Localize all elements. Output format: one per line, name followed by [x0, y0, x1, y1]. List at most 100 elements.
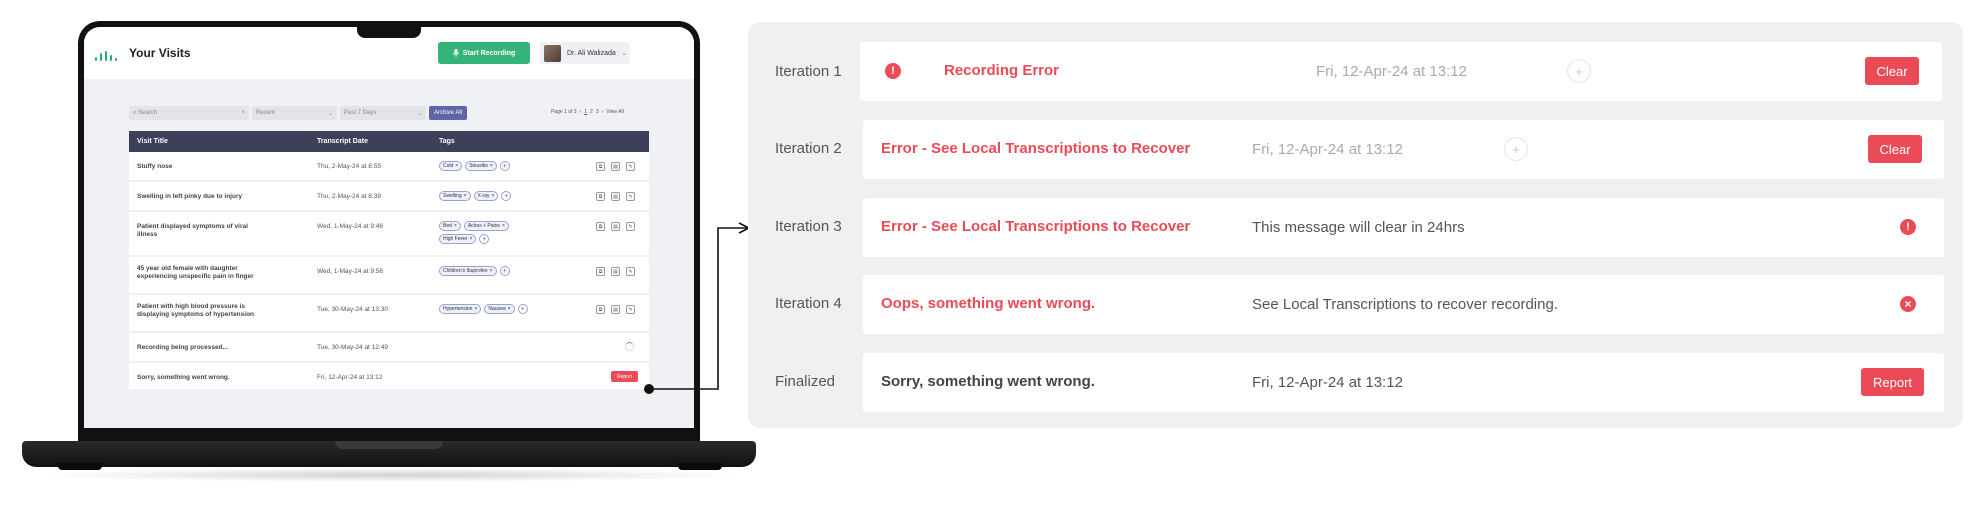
tag-label: Hypertension — [443, 306, 473, 312]
tag-remove-icon[interactable]: × — [490, 163, 493, 169]
search-placeholder: Search — [138, 109, 158, 116]
table-row[interactable]: Recording being processed... Tue, 30-May-… — [129, 333, 649, 363]
tag-remove-icon[interactable]: × — [492, 193, 495, 199]
row-actions: ⧉ ▤ ✎ — [596, 222, 635, 231]
transcript-date: Wed, 1-May-24 at 9:56 — [317, 268, 383, 275]
table-header: Visit Title Transcript Date Tags — [129, 131, 649, 152]
visit-title: Recording being processed... — [137, 344, 229, 351]
tag-remove-icon[interactable]: × — [454, 223, 457, 229]
table-row[interactable]: Patient with high blood pressure is disp… — [129, 295, 649, 333]
add-tag-icon[interactable]: + — [499, 266, 510, 276]
page-link[interactable]: 3 — [596, 109, 599, 115]
edit-icon[interactable]: ✎ — [626, 192, 635, 201]
timestamp: Fri, 12-Apr-24 at 13:12 — [1252, 374, 1403, 391]
logo-waveform-icon — [95, 51, 117, 61]
chevron-left-icon[interactable]: ‹ — [580, 109, 582, 115]
laptop-foot — [678, 463, 722, 470]
iteration-label: Iteration 3 — [775, 218, 842, 235]
laptop-screen: Your Visits Start Recording Dr. Ali Wali… — [84, 27, 694, 428]
iteration-label: Iteration 1 — [775, 63, 842, 80]
edit-icon[interactable]: ✎ — [626, 162, 635, 171]
table-row[interactable]: 45 year old female with daughter experie… — [129, 257, 649, 295]
clear-x-icon[interactable]: × — [241, 110, 245, 116]
archive-all-button[interactable]: Archive All — [429, 106, 468, 120]
sort-select[interactable]: Recent ⌄ — [252, 106, 337, 120]
user-menu[interactable]: Dr. Ali Walizada ⌄ — [540, 42, 630, 64]
tag-remove-icon[interactable]: × — [490, 268, 493, 274]
tag-remove-icon[interactable]: × — [474, 306, 477, 312]
page-link[interactable]: 1 — [584, 109, 587, 115]
tag-chip[interactable]: Aches + Pains × — [463, 221, 509, 231]
iteration-label: Finalized — [775, 373, 836, 390]
iteration-label: Iteration 2 — [775, 140, 842, 157]
finalized-card: Sorry, something went wrong. Fri, 12-Apr… — [863, 353, 1944, 412]
copy-icon[interactable]: ⧉ — [596, 305, 605, 314]
tag-chip[interactable]: High Fever × — [439, 234, 477, 244]
edit-icon[interactable]: ✎ — [626, 222, 635, 231]
copy-icon[interactable]: ⧉ — [596, 222, 605, 231]
visit-title: 45 year old female with daughter experie… — [137, 265, 254, 280]
iteration-card-4: Oops, something went wrong. See Local Tr… — [863, 275, 1944, 334]
archive-icon[interactable]: ▤ — [611, 222, 620, 231]
archive-icon[interactable]: ▤ — [611, 192, 620, 201]
add-circle-icon[interactable]: + — [1504, 137, 1528, 161]
user-name: Dr. Ali Walizada — [567, 49, 616, 57]
transcript-date: Tue, 30-May-24 at 13:30 — [317, 306, 388, 313]
tag-list: Cold × Sinusitis × + — [439, 161, 549, 171]
iteration-card-1: ! Recording Error Fri, 12-Apr-24 at 13:1… — [860, 42, 1942, 101]
chevron-right-icon[interactable]: › — [602, 109, 604, 115]
archive-icon[interactable]: ▤ — [611, 162, 620, 171]
tag-list: Swelling × X-ray × + — [439, 191, 549, 201]
table-row[interactable]: Sorry, something went wrong. Fri, 12-Apr-… — [129, 363, 649, 391]
copy-icon[interactable]: ⧉ — [596, 192, 605, 201]
view-all-link[interactable]: View All — [606, 109, 623, 115]
table-row[interactable]: Swelling in left pinky due to injury Thu,… — [129, 182, 649, 212]
iteration-card-3: Error - See Local Transcriptions to Reco… — [863, 198, 1944, 257]
add-tag-icon[interactable]: + — [499, 161, 510, 171]
edit-icon[interactable]: ✎ — [626, 267, 635, 276]
error-title: Oops, something went wrong. — [881, 295, 1096, 312]
start-recording-button[interactable]: Start Recording — [438, 42, 530, 64]
chevron-down-icon: ⌄ — [416, 110, 422, 117]
archive-icon[interactable]: ▤ — [611, 305, 620, 314]
error-title: Recording Error — [944, 62, 1060, 79]
spinner-icon — [625, 342, 634, 351]
tag-chip[interactable]: Children's Ibuprofen × — [439, 266, 497, 276]
tag-chip[interactable]: Swelling × — [439, 191, 471, 201]
table-row[interactable]: Stuffy nose Thu, 2-May-24 at 8:55 Cold × Sin… — [129, 152, 649, 182]
tag-remove-icon[interactable]: × — [502, 223, 505, 229]
add-circle-icon[interactable]: + — [1567, 59, 1591, 83]
add-tag-icon[interactable]: + — [501, 191, 512, 201]
tag-chip[interactable]: Nausea × — [484, 304, 515, 314]
report-button[interactable]: Report — [1861, 368, 1924, 396]
edit-icon[interactable]: ✎ — [626, 305, 635, 314]
tag-chip[interactable]: Hypertension × — [439, 304, 482, 314]
tag-chip[interactable]: Cold × — [439, 161, 463, 171]
add-tag-icon[interactable]: + — [517, 304, 528, 314]
sort-select-value: Recent — [256, 110, 276, 116]
clear-button[interactable]: Clear — [1865, 57, 1919, 85]
tag-remove-icon[interactable]: × — [464, 193, 467, 199]
tag-remove-icon[interactable]: × — [455, 163, 458, 169]
tag-chip[interactable]: Sinusitis × — [465, 161, 497, 171]
add-tag-icon[interactable]: + — [479, 234, 490, 244]
transcript-date: Wed, 1-May-24 at 9:46 — [317, 223, 383, 230]
table-row[interactable]: Patient displayed symptoms of viral illn… — [129, 212, 649, 257]
date-range-select[interactable]: Past 7 Days ⌄ — [340, 106, 426, 120]
copy-icon[interactable]: ⧉ — [596, 267, 605, 276]
search-input[interactable]: ⌕ Search × — [129, 106, 249, 120]
tag-label: Aches + Pains — [467, 223, 500, 229]
tag-remove-icon[interactable]: × — [469, 236, 472, 242]
copy-icon[interactable]: ⧉ — [596, 162, 605, 171]
tag-chip[interactable]: Bed × — [439, 221, 461, 231]
report-button[interactable]: Report — [611, 371, 638, 382]
row-actions: ⧉ ▤ ✎ — [596, 267, 635, 276]
transcript-date: Thu, 2-May-24 at 8:39 — [317, 193, 381, 200]
tag-chip[interactable]: X-ray × — [473, 191, 499, 201]
tag-label: Bed — [443, 223, 452, 229]
tag-remove-icon[interactable]: × — [508, 306, 511, 312]
archive-icon[interactable]: ▤ — [611, 267, 620, 276]
close-circle-icon[interactable]: × — [1900, 296, 1916, 312]
clear-button[interactable]: Clear — [1868, 135, 1922, 163]
page-link[interactable]: 2 — [590, 109, 593, 115]
